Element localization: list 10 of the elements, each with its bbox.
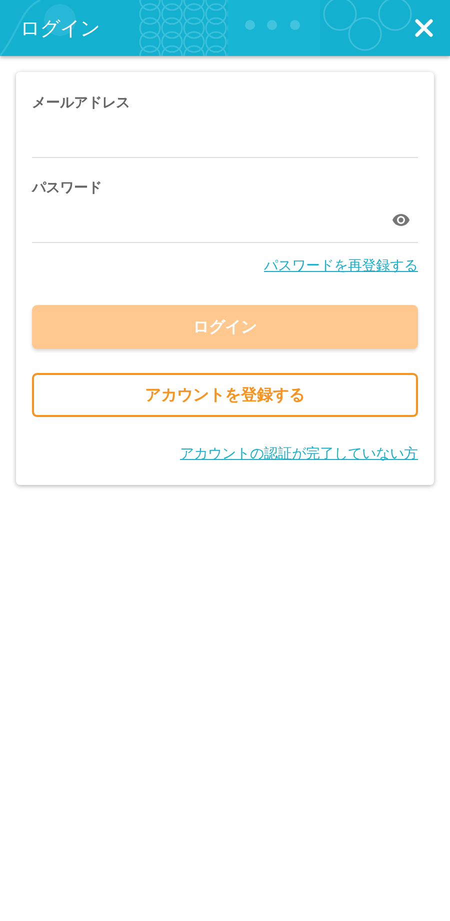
field-label: パスワード <box>32 179 103 197</box>
unverified-account-link[interactable]: アカウントの認証が完了していない方 <box>180 445 418 463</box>
input-field[interactable]: メールアドレス <box>32 88 418 158</box>
header-title: ログイン <box>20 14 100 42</box>
register-account-button[interactable]: アカウントを登録する <box>32 373 418 417</box>
close-icon <box>414 18 434 38</box>
input-field[interactable]: パスワード <box>32 173 418 243</box>
reset-password-link[interactable]: パスワードを再登録する <box>264 257 418 275</box>
field-label: メールアドレス <box>32 94 131 112</box>
eye-icon <box>392 214 410 226</box>
